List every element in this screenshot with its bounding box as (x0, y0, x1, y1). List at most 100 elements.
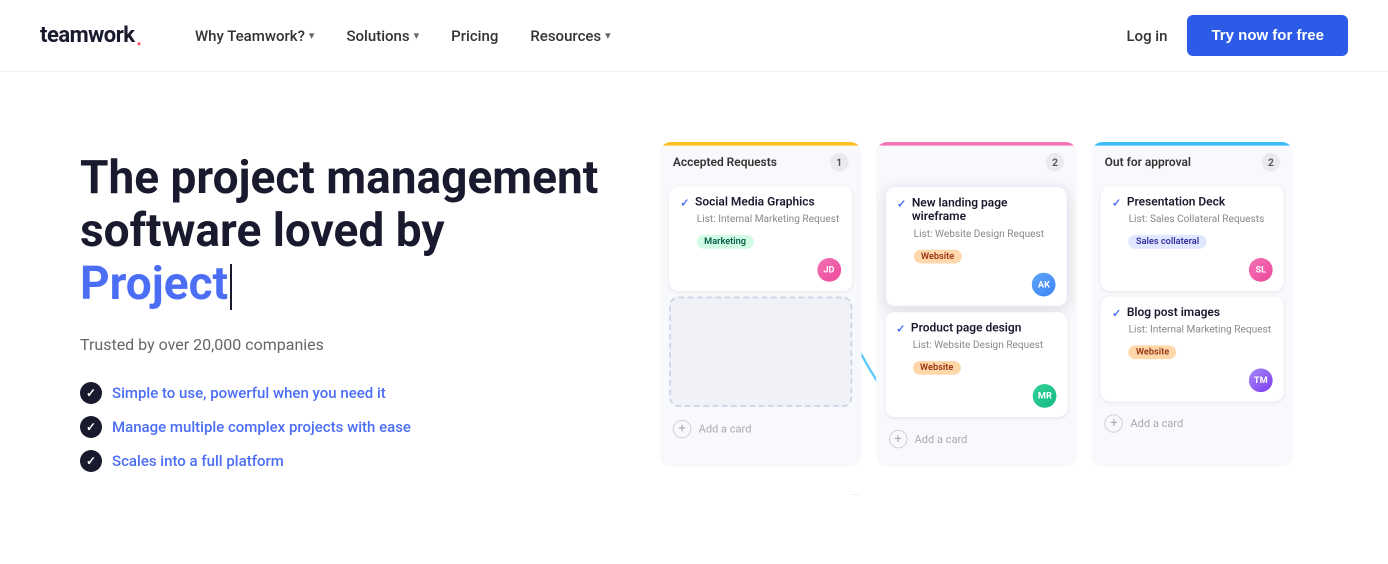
col-header-accepted: Accepted Requests 1 (660, 142, 861, 181)
feature-item-3: Scales into a full platform (80, 450, 600, 472)
hero-title-line2: software loved by (80, 204, 444, 258)
navbar: teamwork. Why Teamwork? ▾ Solutions ▾ Pr… (0, 0, 1388, 72)
col-header-approval: Out for approval 2 (1092, 142, 1293, 181)
kanban-card: ✓ Presentation Deck List: Sales Collater… (1101, 186, 1284, 291)
check-icon-3 (80, 450, 102, 472)
feature-label-1: Simple to use, powerful when you need it (112, 384, 386, 402)
kanban-preview: Accepted Requests 1 ✓ Social Media Graph… (660, 132, 1348, 495)
col-count-wip: 2 (1046, 153, 1064, 171)
card-title: ✓ Blog post images (1112, 306, 1273, 320)
feature-item-2: Manage multiple complex projects with ea… (80, 416, 600, 438)
avatar-image: MR (1033, 384, 1057, 408)
card-list-label: List: Website Design Request (896, 339, 1057, 351)
nav-item-solutions[interactable]: Solutions ▾ (334, 19, 431, 53)
hero-title-line1: The project management (80, 151, 598, 205)
col-bar-blue (1092, 142, 1293, 146)
cursor-blink (230, 264, 232, 310)
logo-text: teamwork (40, 23, 135, 48)
card-list-label: List: Sales Collateral Requests (1112, 213, 1273, 225)
nav-item-pricing[interactable]: Pricing (439, 19, 510, 53)
card-title: ✓ Presentation Deck (1112, 195, 1273, 209)
kanban-column-wip: 2 ✓ New landing page wireframe List: Web… (876, 142, 1077, 467)
col-bar-yellow (660, 142, 861, 146)
card-name: Product page design (911, 321, 1022, 335)
nav-label-why: Why Teamwork? (195, 27, 305, 45)
card-name: New landing page wireframe (912, 196, 1056, 224)
feature-item-1: Simple to use, powerful when you need it (80, 382, 600, 404)
card-tag: Website (914, 250, 962, 264)
check-icon: ✓ (1112, 307, 1121, 320)
nav-item-why-teamwork[interactable]: Why Teamwork? ▾ (183, 19, 327, 53)
nav-label-pricing: Pricing (451, 27, 498, 45)
try-free-button[interactable]: Try now for free (1187, 15, 1348, 56)
check-icon: ✓ (1112, 196, 1121, 209)
check-icon: ✓ (680, 196, 689, 209)
col-header-wip: 2 (876, 142, 1077, 181)
avatar-image: TM (1249, 368, 1273, 392)
card-title: ✓ New landing page wireframe (897, 196, 1056, 224)
kanban-board: Accepted Requests 1 ✓ Social Media Graph… (660, 142, 1293, 467)
kanban-column-approval: Out for approval 2 ✓ Presentation Deck L… (1092, 142, 1293, 467)
feature-list: Simple to use, powerful when you need it… (80, 382, 600, 472)
feature-label-2: Manage multiple complex projects with ea… (112, 418, 411, 436)
card-tag: Website (1129, 345, 1177, 359)
hero-text: The project management software loved by… (80, 132, 600, 472)
card-name: Social Media Graphics (695, 195, 815, 209)
login-button[interactable]: Log in (1106, 19, 1187, 53)
feature-label-3: Scales into a full platform (112, 452, 284, 470)
add-card-button[interactable]: + Add a card (660, 412, 861, 445)
add-card-label: Add a card (915, 433, 968, 446)
check-icon: ✓ (897, 197, 906, 210)
kanban-card-featured: ✓ New landing page wireframe List: Websi… (885, 186, 1068, 307)
card-list-label: List: Internal Marketing Request (680, 213, 841, 225)
card-name: Blog post images (1127, 306, 1220, 320)
check-icon: ✓ (896, 322, 905, 335)
kanban-column-accepted: Accepted Requests 1 ✓ Social Media Graph… (660, 142, 861, 467)
drag-placeholder (669, 297, 852, 407)
card-title: ✓ Product page design (896, 321, 1057, 335)
add-icon: + (889, 430, 907, 448)
add-card-label: Add a card (699, 423, 752, 436)
check-icon-2 (80, 416, 102, 438)
hero-title-highlight: Project (80, 257, 228, 311)
add-icon: + (1105, 414, 1123, 432)
check-icon-1 (80, 382, 102, 404)
add-card-button[interactable]: + Add a card (876, 423, 1077, 456)
col-count-approval: 2 (1262, 153, 1280, 171)
card-tag: Website (913, 361, 961, 375)
card-tag: Sales collateral (1129, 235, 1207, 249)
col-title-approval: Out for approval (1105, 155, 1191, 169)
chevron-down-icon: ▾ (309, 29, 315, 42)
avatar-image: AK (1032, 273, 1056, 297)
kanban-card: ✓ Social Media Graphics List: Internal M… (669, 186, 852, 291)
hero-title: The project management software loved by… (80, 152, 600, 311)
kanban-card: ✓ Blog post images List: Internal Market… (1101, 297, 1284, 402)
card-list-label: List: Internal Marketing Request (1112, 323, 1273, 335)
col-count-accepted: 1 (830, 153, 848, 171)
chevron-down-icon: ▾ (414, 29, 420, 42)
add-icon: + (673, 420, 691, 438)
nav-label-solutions: Solutions (346, 27, 409, 45)
add-card-button[interactable]: + Add a card (1092, 407, 1293, 440)
card-avatar: SL (1249, 258, 1273, 282)
add-card-label: Add a card (1130, 417, 1183, 430)
card-avatar: AK (1032, 273, 1056, 297)
card-avatar: JD (817, 258, 841, 282)
card-avatar: MR (1033, 384, 1057, 408)
col-title-accepted: Accepted Requests (673, 155, 777, 169)
kanban-card: ✓ Product page design List: Website Desi… (885, 312, 1068, 417)
card-title: ✓ Social Media Graphics (680, 195, 841, 209)
avatar-image: SL (1249, 258, 1273, 282)
hero-section: The project management software loved by… (0, 72, 1388, 564)
nav-label-resources: Resources (530, 27, 601, 45)
card-avatar: TM (1249, 368, 1273, 392)
card-tag: Marketing (697, 235, 754, 249)
trust-text: Trusted by over 20,000 companies (80, 335, 600, 354)
nav-item-resources[interactable]: Resources ▾ (518, 19, 622, 53)
avatar-image: JD (817, 258, 841, 282)
card-list-label: List: Website Design Request (897, 228, 1056, 240)
card-name: Presentation Deck (1127, 195, 1225, 209)
nav-links: Why Teamwork? ▾ Solutions ▾ Pricing Reso… (183, 19, 1107, 53)
chevron-down-icon: ▾ (605, 29, 611, 42)
logo[interactable]: teamwork. (40, 23, 143, 48)
